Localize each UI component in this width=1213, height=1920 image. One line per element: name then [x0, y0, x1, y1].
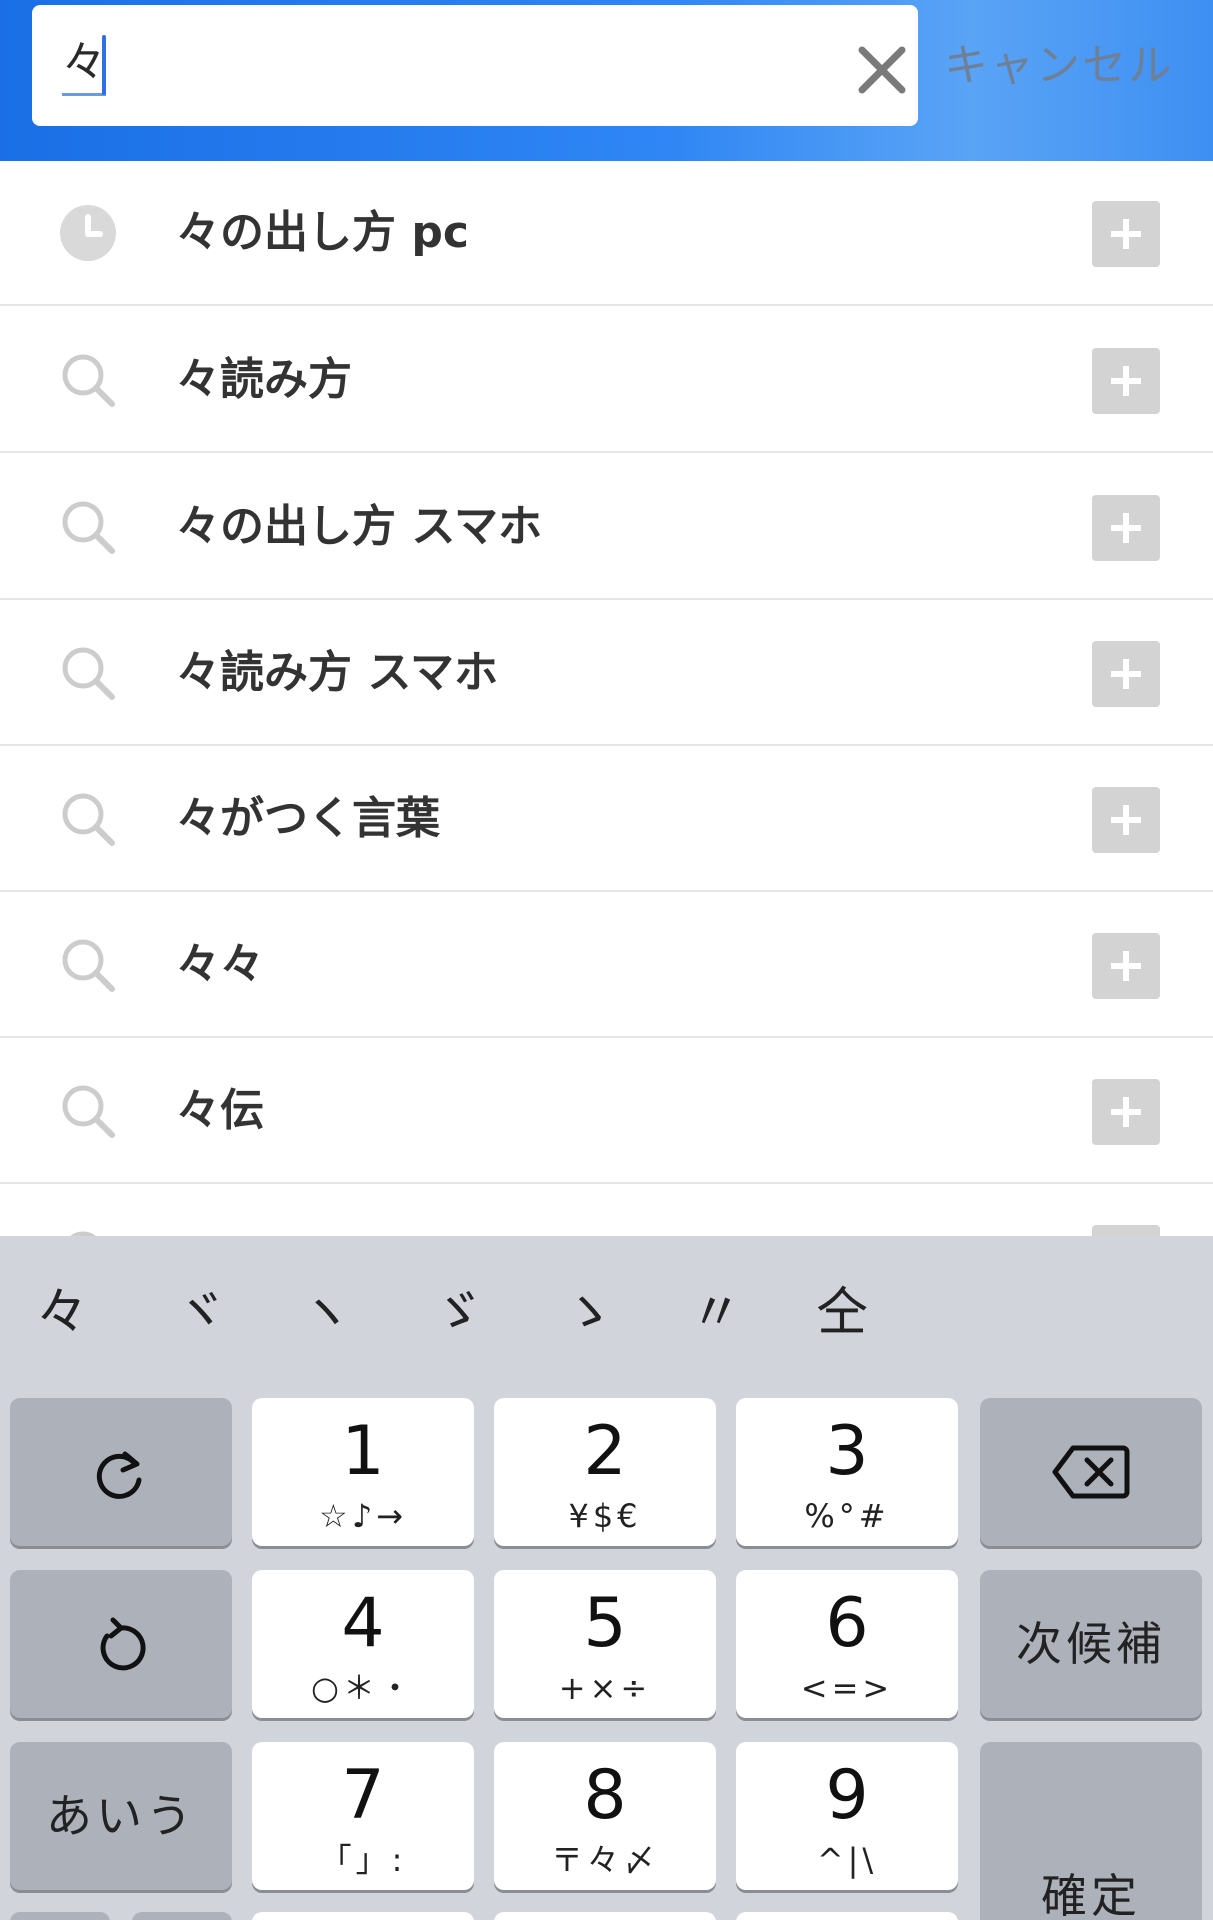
key-label: 9: [825, 1756, 869, 1835]
redo-arrow-icon: [96, 1451, 142, 1499]
key-8[interactable]: 8 〒々〆: [494, 1742, 716, 1890]
key-2[interactable]: 2 ¥$€: [494, 1398, 716, 1546]
search-input-value: 々: [62, 35, 106, 96]
key-0[interactable]: [494, 1912, 716, 1920]
insert-suggestion-button[interactable]: [1092, 495, 1160, 561]
key-9[interactable]: 9 ^|\: [736, 1742, 958, 1890]
suggestion-item[interactable]: 々読み方 スマホ: [0, 601, 1213, 746]
key-label: 7: [341, 1756, 385, 1835]
next-candidate-key[interactable]: 次候補: [980, 1570, 1202, 1718]
key-3[interactable]: 3 %°#: [736, 1398, 958, 1546]
suggestion-item[interactable]: 々々: [0, 893, 1213, 1038]
key-sub-label: +×÷: [558, 1669, 652, 1707]
search-icon: [62, 647, 115, 700]
insert-suggestion-button[interactable]: [1092, 201, 1160, 267]
suggestion-label: 々の出し方 スマホ: [176, 501, 542, 552]
search-icon: [62, 501, 115, 554]
keyboard-switch-key[interactable]: [10, 1912, 110, 1920]
key-label: 確定: [1041, 1869, 1141, 1920]
insert-suggestion-button[interactable]: [1092, 641, 1160, 707]
emoji-key[interactable]: [132, 1912, 232, 1920]
key-4[interactable]: 4 ○＊・: [252, 1570, 474, 1718]
key-label: 5: [583, 1584, 627, 1663]
candidate-item[interactable]: 々: [36, 1278, 88, 1348]
key-7[interactable]: 7 「」:: [252, 1742, 474, 1890]
insert-suggestion-button[interactable]: [1092, 348, 1160, 414]
clear-icon[interactable]: [852, 40, 912, 100]
delete-key[interactable]: [980, 1398, 1202, 1546]
candidate-item[interactable]: 仝: [816, 1278, 868, 1348]
key-label: 次候補: [1016, 1617, 1166, 1671]
suggestion-item[interactable]: 々の出し方 pc: [0, 161, 1213, 306]
japanese-keyboard: 々 ヾ ヽ ゞ ゝ 〃 仝 1 ☆♪→ 2 ¥$€ 3 %°# 4 ○＊・ 5 …: [0, 1236, 1213, 1920]
confirm-key[interactable]: 確定: [980, 1742, 1202, 1920]
key-6[interactable]: 6 <=>: [736, 1570, 958, 1718]
key-label: 4: [341, 1584, 385, 1663]
suggestion-label: 々の出し方 pc: [176, 207, 469, 258]
key-sub-label: 〒々〆: [550, 1841, 659, 1879]
key-label: 8: [583, 1756, 627, 1835]
search-icon: [62, 1085, 115, 1138]
key-sub-label: ○＊・: [311, 1669, 415, 1707]
key-label: 2: [583, 1412, 627, 1491]
key-label: あいう: [46, 1789, 196, 1843]
undo-arrow-icon: [100, 1617, 146, 1671]
key-sub-label: ¥$€: [568, 1497, 642, 1535]
key-1[interactable]: 1 ☆♪→: [252, 1398, 474, 1546]
search-icon: [62, 939, 115, 992]
small-kana-key[interactable]: [252, 1912, 474, 1920]
suggestion-item[interactable]: 々読み方: [0, 308, 1213, 453]
key-sub-label: ^|\: [816, 1841, 878, 1879]
suggestion-item[interactable]: 々がつく言葉: [0, 747, 1213, 892]
history-clock-icon: [60, 205, 116, 261]
kana-mode-key[interactable]: あいう: [10, 1742, 232, 1890]
suggestion-label: 々々: [176, 939, 264, 990]
suggestion-item[interactable]: 々伝: [0, 1039, 1213, 1184]
reverse-cycle-key[interactable]: [10, 1398, 232, 1546]
undo-key[interactable]: [10, 1570, 232, 1718]
insert-suggestion-button[interactable]: [1092, 1079, 1160, 1145]
search-icon: [62, 793, 115, 846]
search-header: 々 キャンセル: [0, 0, 1213, 161]
suggestion-label: 々伝: [176, 1085, 264, 1136]
insert-suggestion-button[interactable]: [1092, 787, 1160, 853]
suggestion-list: 々の出し方 pc 々読み方 々の出し方 スマホ 々読み方 スマホ 々がつく言葉: [0, 161, 1213, 1236]
candidate-item[interactable]: ヾ: [175, 1278, 227, 1348]
insert-suggestion-button[interactable]: [1092, 1225, 1160, 1236]
candidate-item[interactable]: 〃: [690, 1278, 742, 1348]
search-input[interactable]: 々: [32, 5, 918, 126]
candidate-item[interactable]: ヽ: [300, 1278, 352, 1348]
search-icon: [62, 354, 115, 407]
key-label: 3: [825, 1412, 869, 1491]
search-icon: [70, 1231, 96, 1236]
suggestion-label: 々読み方 スマホ: [176, 647, 498, 698]
key-label: 6: [825, 1584, 869, 1663]
key-5[interactable]: 5 +×÷: [494, 1570, 716, 1718]
key-sub-label: <=>: [800, 1669, 894, 1707]
cancel-button[interactable]: キャンセル: [944, 38, 1174, 94]
insert-suggestion-button[interactable]: [1092, 933, 1160, 999]
suggestion-item[interactable]: [0, 1185, 1213, 1236]
candidate-item[interactable]: ゝ: [562, 1278, 614, 1348]
suggestion-item[interactable]: 々の出し方 スマホ: [0, 455, 1213, 600]
text-caret: [102, 35, 106, 95]
punctuation-key[interactable]: [736, 1912, 958, 1920]
candidate-item[interactable]: ゞ: [432, 1278, 484, 1348]
key-label: 1: [341, 1412, 385, 1491]
suggestion-label: 々読み方: [176, 354, 352, 405]
key-sub-label: %°#: [804, 1497, 890, 1535]
key-sub-label: 「」:: [319, 1841, 407, 1879]
backspace-icon: [1052, 1445, 1130, 1499]
key-sub-label: ☆♪→: [319, 1497, 407, 1535]
suggestion-label: 々がつく言葉: [176, 793, 440, 844]
